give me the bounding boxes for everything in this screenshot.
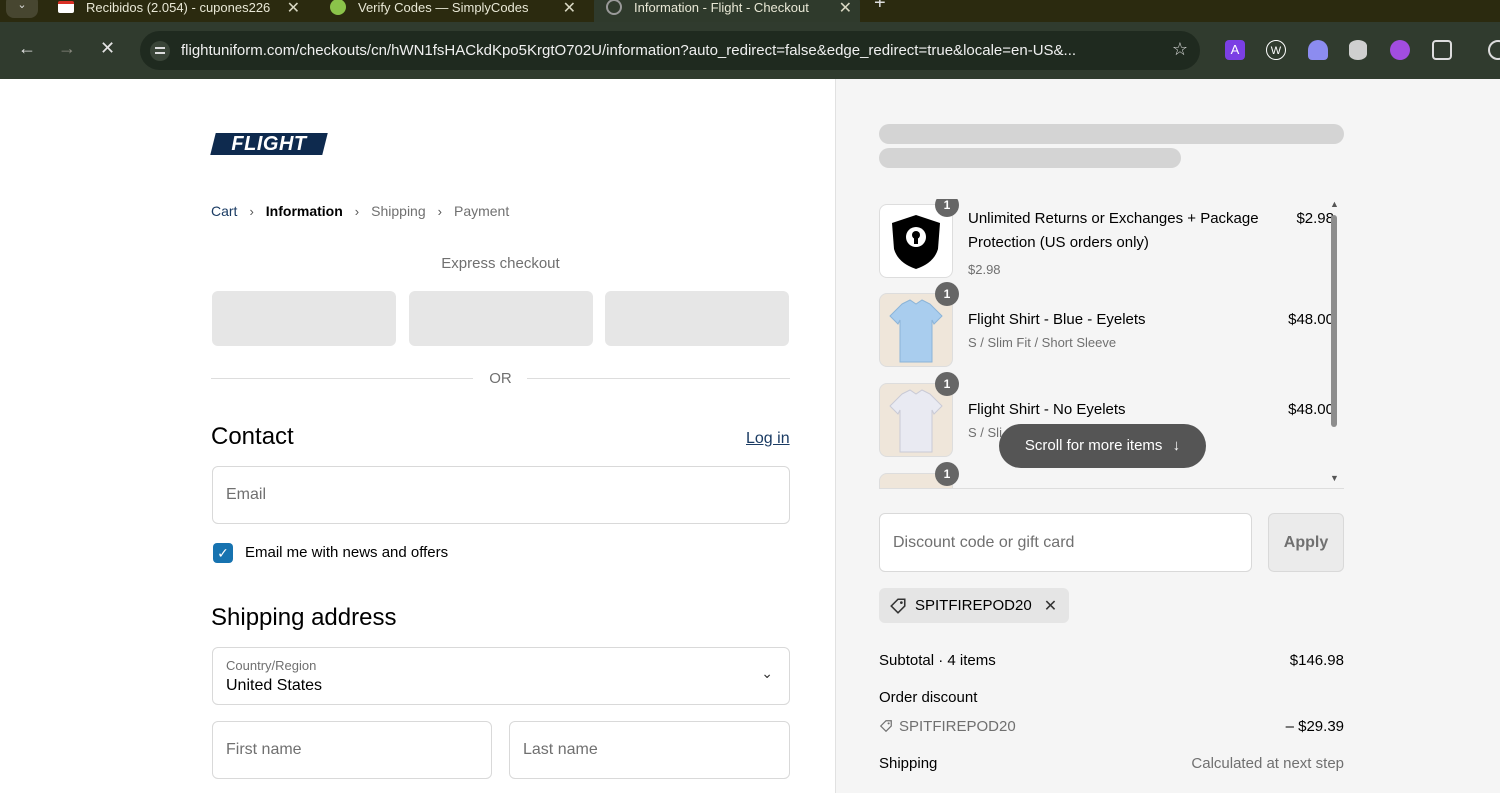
site-info-icon[interactable]	[150, 41, 170, 61]
discount-placeholder: Discount code or gift card	[893, 534, 1075, 551]
apply-discount-button[interactable]: Apply	[1268, 513, 1344, 572]
first-name-placeholder: First name	[226, 741, 302, 758]
order-discount-row: Order discount	[879, 689, 1344, 706]
or-label: OR	[489, 370, 512, 387]
simplycodes-icon	[330, 0, 346, 15]
tab-title: Recibidos (2.054) - cupones226	[86, 0, 271, 15]
back-icon[interactable]: ←	[18, 38, 36, 59]
loading-icon	[606, 0, 622, 15]
arrow-down-icon: ↓	[1172, 437, 1181, 454]
tab-search-button[interactable]: ⌄	[6, 0, 38, 18]
stop-loading-icon[interactable]: ✕	[100, 38, 115, 59]
subtotal-value: $146.98	[1289, 652, 1344, 669]
breadcrumb-information: Information	[265, 203, 343, 219]
item-name: Flight Shirt - Blue - Eyelets	[968, 311, 1146, 328]
scroll-up-arrow-icon[interactable]: ▲	[1330, 199, 1339, 209]
remove-discount-icon[interactable]: ✕	[1044, 596, 1057, 616]
browser-tab-bar: ⌄ Recibidos (2.054) - cupones226 ✕ Verif…	[0, 0, 1500, 22]
extension-database-icon[interactable]	[1349, 40, 1367, 60]
forward-icon[interactable]: →	[58, 38, 76, 59]
quantity-badge: 1	[935, 282, 959, 306]
express-pay-button-2[interactable]	[409, 291, 593, 346]
login-link[interactable]: Log in	[746, 430, 790, 448]
breadcrumb: Cart › Information › Shipping › Payment	[211, 203, 509, 219]
close-tab-icon[interactable]: ✕	[282, 0, 300, 18]
tab-title: Information - Flight - Checkout	[634, 0, 809, 15]
item-subtext: S / Slim Fit / Short Sleeve	[968, 335, 1117, 350]
breadcrumb-shipping: Shipping	[371, 203, 426, 219]
close-tab-icon[interactable]: ✕	[834, 0, 852, 18]
express-pay-button-3[interactable]	[605, 291, 789, 346]
shipping-value: Calculated at next step	[1191, 755, 1344, 772]
shipping-row: Shipping Calculated at next step	[879, 755, 1344, 772]
discount-code-field[interactable]: Discount code or gift card	[879, 513, 1252, 572]
discount-value: – $29.39	[1285, 718, 1344, 735]
express-pay-button-1[interactable]	[212, 291, 396, 346]
new-tab-button[interactable]: +	[874, 0, 886, 15]
breadcrumb-cart[interactable]: Cart	[211, 203, 237, 219]
cart-scrollbar[interactable]: ▲ ▼	[1328, 199, 1340, 489]
chevron-right-icon: ›	[249, 203, 254, 219]
item-subtext: $2.98	[968, 262, 1001, 277]
loading-skeleton-bar	[879, 124, 1344, 144]
applied-discount-chip: SPITFIREPOD20 ✕	[879, 588, 1070, 623]
email-placeholder: Email	[226, 486, 267, 503]
browser-tab-gmail[interactable]: Recibidos (2.054) - cupones226 ✕	[58, 0, 308, 22]
contact-heading: Contact	[211, 423, 294, 450]
extension-w-icon[interactable]: W	[1266, 40, 1286, 60]
close-tab-icon[interactable]: ✕	[558, 0, 576, 18]
discount-code-row: SPITFIREPOD20 – $29.39	[879, 718, 1344, 735]
url-text[interactable]: flightuniform.com/checkouts/cn/hWN1fsHAC…	[181, 42, 1151, 59]
tab-title: Verify Codes — SimplyCodes	[358, 0, 529, 15]
chevron-down-icon: ⌄	[761, 665, 773, 681]
loading-skeleton-bar	[879, 148, 1181, 168]
order-summary: 1 Unlimited Returns or Exchanges + Packa…	[835, 79, 1500, 793]
discount-code-label: SPITFIREPOD20	[899, 718, 1016, 735]
last-name-field[interactable]: Last name	[509, 721, 790, 779]
browser-toolbar: ← → ✕ flightuniform.com/checkouts/cn/hWN…	[0, 22, 1500, 79]
extensions-puzzle-icon[interactable]	[1432, 40, 1452, 60]
subtotal-row: Subtotal · 4 items $146.98	[879, 652, 1344, 669]
tag-icon	[890, 597, 906, 614]
browser-tab-checkout[interactable]: Information - Flight - Checkout ✕	[594, 0, 860, 22]
extension-ghost-icon[interactable]	[1308, 40, 1328, 60]
shipping-label: Shipping	[879, 755, 938, 772]
chevron-right-icon: ›	[437, 203, 442, 219]
shipping-address-heading: Shipping address	[211, 604, 397, 631]
newsletter-label[interactable]: Email me with news and offers	[245, 544, 448, 561]
chevron-right-icon: ›	[354, 203, 360, 219]
extension-a-icon[interactable]: A	[1225, 40, 1245, 60]
tag-icon	[879, 720, 892, 733]
quantity-badge: 1	[935, 462, 959, 486]
browser-tab-simplycodes[interactable]: Verify Codes — SimplyCodes ✕	[330, 0, 584, 22]
checkout-main: FLIGHT Cart › Information › Shipping › P…	[0, 79, 835, 793]
profile-icon[interactable]	[1488, 40, 1500, 60]
item-subtext: S / Sli	[968, 425, 1002, 440]
scroll-down-arrow-icon[interactable]: ▼	[1330, 473, 1339, 483]
item-name: Unlimited Returns or Exchanges + Package…	[968, 210, 1259, 251]
gmail-icon	[58, 1, 74, 13]
country-select[interactable]: Country/Region United States ⌄	[212, 647, 790, 705]
flight-logo[interactable]: FLIGHT	[210, 133, 328, 155]
subtotal-label: Subtotal · 4 items	[879, 652, 996, 669]
item-name: Flight Shirt - No Eyelets	[968, 401, 1126, 418]
country-value: United States	[226, 677, 323, 694]
scroll-for-more-button[interactable]: Scroll for more items ↓	[999, 424, 1206, 468]
applied-code: SPITFIREPOD20	[915, 597, 1032, 614]
last-name-placeholder: Last name	[523, 741, 598, 758]
bookmark-star-icon[interactable]: ☆	[1172, 39, 1188, 60]
express-checkout-label: Express checkout	[441, 255, 560, 272]
first-name-field[interactable]: First name	[212, 721, 492, 779]
email-field[interactable]: Email	[212, 466, 790, 524]
quantity-badge: 1	[935, 199, 959, 217]
breadcrumb-payment: Payment	[453, 203, 510, 219]
country-label: Country/Region	[226, 658, 317, 673]
address-bar[interactable]: flightuniform.com/checkouts/cn/hWN1fsHAC…	[140, 31, 1200, 70]
quantity-badge: 1	[935, 372, 959, 396]
scrollbar-thumb[interactable]	[1331, 215, 1337, 427]
extension-purple-icon[interactable]	[1390, 40, 1410, 60]
newsletter-checkbox[interactable]: ✓	[213, 543, 233, 563]
order-discount-label: Order discount	[879, 689, 978, 706]
or-divider: OR	[211, 369, 790, 389]
